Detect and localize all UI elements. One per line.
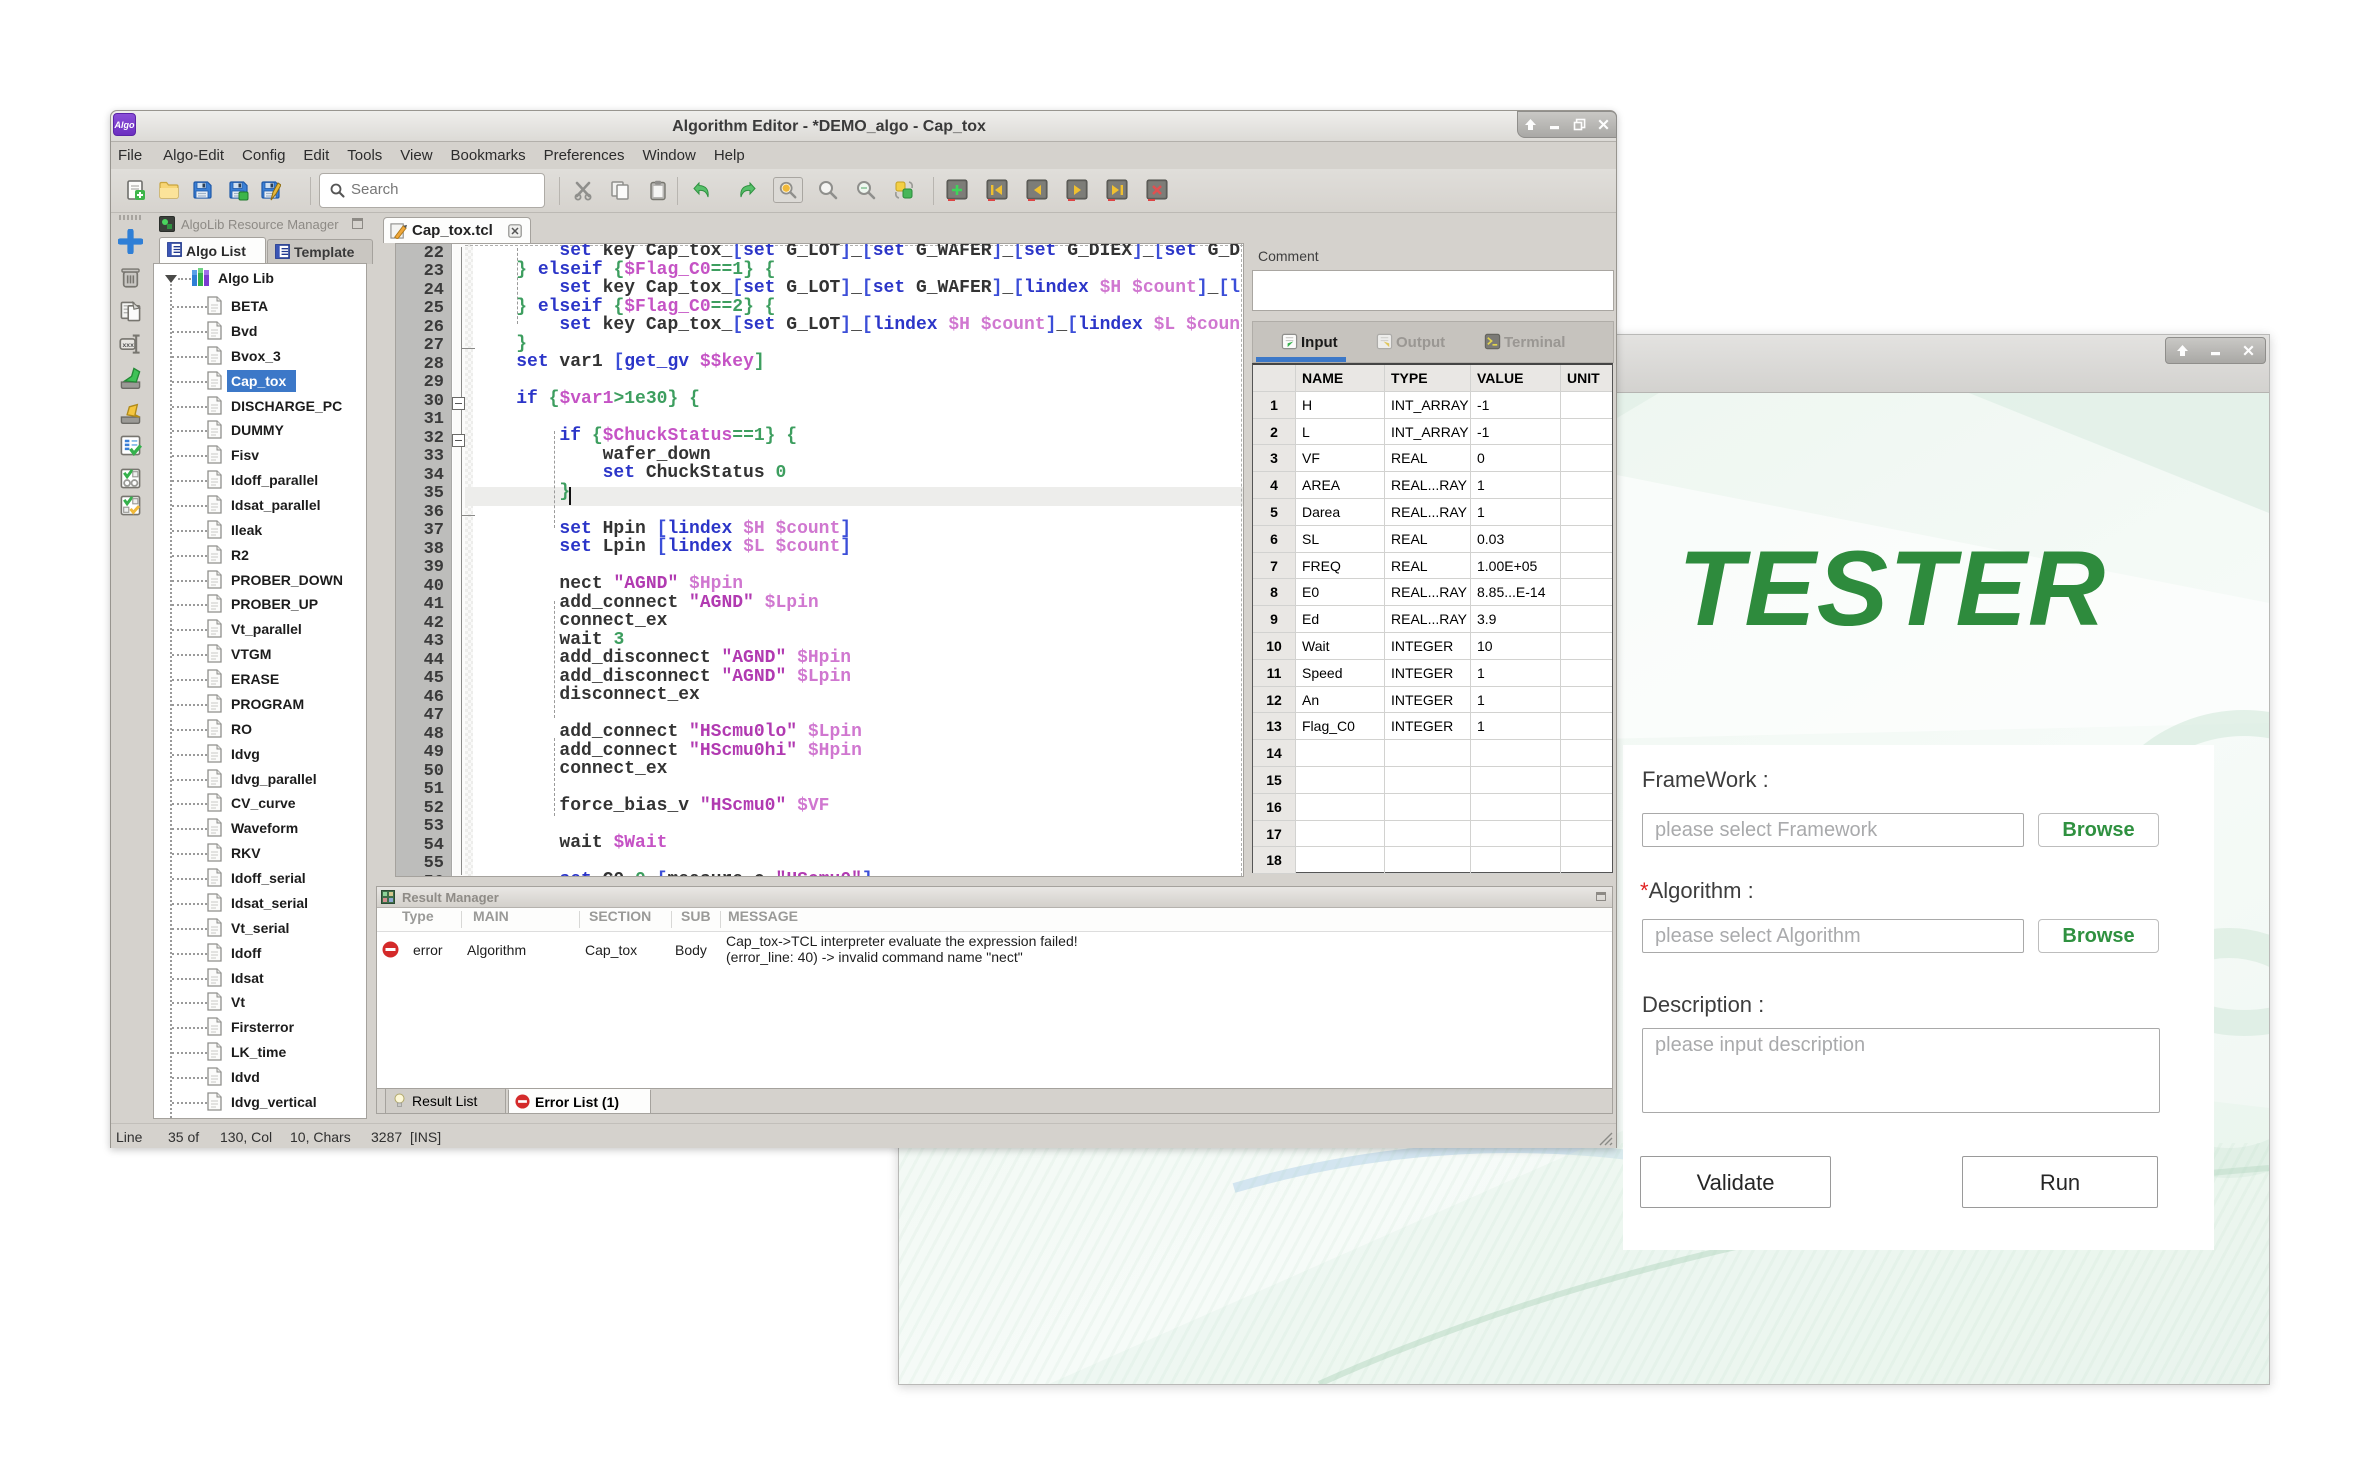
svg-text:xxx: xxx [123, 342, 135, 349]
